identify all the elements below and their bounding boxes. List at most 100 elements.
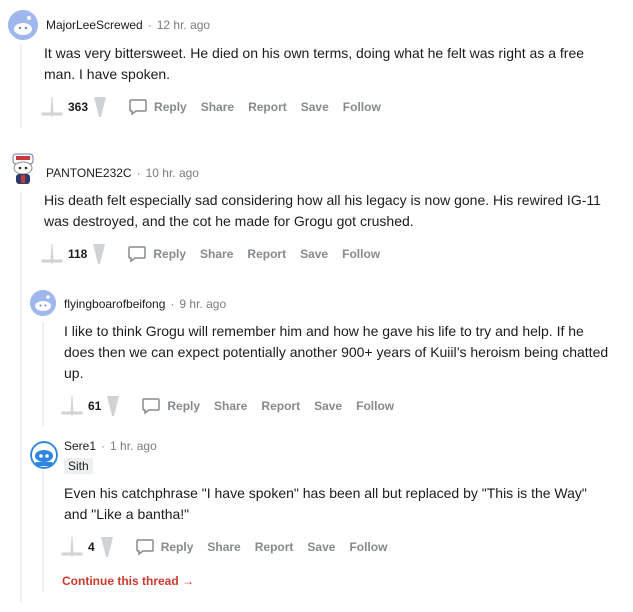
user-flair: Sith (64, 458, 93, 474)
follow-button[interactable]: Follow (343, 100, 381, 114)
meta-separator: · (170, 297, 175, 311)
share-label: Share (214, 399, 248, 413)
upvote-button[interactable] (60, 535, 84, 559)
share-button[interactable]: Share (214, 399, 247, 413)
vote-score: 61 (88, 399, 102, 413)
username[interactable]: PANTONE232C (46, 166, 132, 180)
save-label: Save (307, 540, 336, 554)
avatar[interactable] (7, 152, 39, 188)
username[interactable]: flyingboarofbeifong (64, 297, 165, 311)
reply-button[interactable]: Reply (127, 244, 186, 264)
timestamp[interactable]: 12 hr. ago (157, 18, 210, 32)
report-label: Report (247, 247, 287, 261)
downvote-button[interactable] (105, 394, 121, 418)
follow-label: Follow (342, 100, 381, 114)
upvote-icon (41, 96, 63, 117)
upvote-button[interactable] (40, 242, 64, 266)
reply-label: Reply (154, 100, 187, 114)
follow-button[interactable]: Follow (349, 540, 387, 554)
follow-label: Follow (349, 540, 388, 554)
meta-separator: · (136, 166, 141, 180)
username[interactable]: MajorLeeScrewed (46, 18, 143, 32)
comment-body: It was very bittersweet. He died on his … (44, 45, 585, 82)
follow-button[interactable]: Follow (356, 399, 394, 413)
comment-bubble-icon (135, 539, 154, 556)
share-button[interactable]: Share (200, 247, 233, 261)
downvote-button[interactable] (91, 242, 107, 266)
upvote-icon (41, 243, 63, 264)
save-button[interactable]: Save (301, 100, 329, 114)
reply-button[interactable]: Reply (128, 97, 187, 117)
comment-bubble-icon (129, 99, 147, 116)
share-label: Share (200, 100, 235, 114)
meta-separator: · (101, 439, 106, 453)
report-label: Report (261, 399, 301, 413)
report-button[interactable]: Report (261, 399, 300, 413)
share-label: Share (200, 247, 234, 261)
save-button[interactable]: Save (307, 540, 335, 554)
upvote-button[interactable] (40, 95, 64, 119)
thread-line[interactable] (20, 44, 22, 128)
comment-actions: 4 Reply Share Report Save Follow (60, 535, 387, 559)
continue-thread-link[interactable]: Continue this thread → (62, 574, 194, 588)
report-button[interactable]: Report (248, 100, 287, 114)
timestamp[interactable]: 1 hr. ago (110, 439, 157, 453)
downvote-icon (94, 97, 107, 117)
reply-label: Reply (153, 247, 187, 261)
downvote-button[interactable] (92, 95, 108, 119)
thread-line[interactable] (42, 470, 44, 592)
upvote-icon (61, 536, 83, 557)
downvote-icon (93, 244, 106, 264)
avatar[interactable] (30, 441, 58, 469)
timestamp[interactable]: 9 hr. ago (179, 297, 226, 311)
comment-bubble-icon (142, 398, 161, 415)
reply-button[interactable]: Reply (141, 396, 200, 416)
comment-actions: 118 Reply Share Report Save Follow (40, 242, 380, 266)
comment-body: I like to think Grogu will remember him … (64, 323, 609, 381)
reply-label: Reply (160, 540, 194, 554)
comment-meta: PANTONE232C · 10 hr. ago (46, 166, 199, 180)
snoo-avatar-icon (30, 441, 58, 469)
meta-separator: · (147, 18, 152, 32)
comment-bubble-icon (128, 246, 147, 263)
downvote-icon (100, 537, 113, 557)
comment-actions: 363 Reply Share Report Save Follow (40, 95, 381, 119)
downvote-button[interactable] (99, 535, 115, 559)
follow-label: Follow (342, 247, 381, 261)
upvote-icon (61, 395, 83, 416)
snoo-avatar-icon (30, 290, 56, 316)
reply-label: Reply (167, 399, 201, 413)
upvote-button[interactable] (60, 394, 84, 418)
comment-meta: flyingboarofbeifong · 9 hr. ago (64, 297, 226, 311)
report-button[interactable]: Report (247, 247, 286, 261)
comment-body: His death felt especially sad considerin… (44, 192, 601, 229)
follow-label: Follow (356, 399, 395, 413)
comment-meta: MajorLeeScrewed · 12 hr. ago (46, 18, 210, 32)
vote-score: 363 (68, 100, 89, 114)
reply-button[interactable]: Reply (135, 537, 194, 557)
downvote-icon (107, 396, 120, 416)
username[interactable]: Sere1 (64, 439, 96, 453)
report-label: Report (248, 100, 287, 114)
avatar[interactable] (8, 10, 38, 40)
report-label: Report (254, 540, 294, 554)
save-label: Save (300, 100, 329, 114)
timestamp[interactable]: 10 hr. ago (146, 166, 199, 180)
vote-score: 118 (68, 247, 88, 261)
avatar[interactable] (30, 290, 56, 316)
save-button[interactable]: Save (314, 399, 342, 413)
share-label: Share (207, 540, 241, 554)
follow-button[interactable]: Follow (342, 247, 380, 261)
comment-actions: 61 Reply Share Report Save Follow (60, 394, 394, 418)
thread-line[interactable] (20, 192, 22, 602)
share-button[interactable]: Share (207, 540, 240, 554)
snoo-avatar-icon (12, 153, 34, 184)
snoo-avatar-icon (8, 10, 38, 40)
save-button[interactable]: Save (300, 247, 328, 261)
share-button[interactable]: Share (201, 100, 234, 114)
report-button[interactable]: Report (255, 540, 294, 554)
comment-meta: Sere1 · 1 hr. ago (64, 439, 157, 453)
comment-body: Even his catchphrase "I have spoken" has… (64, 485, 587, 522)
save-label: Save (314, 399, 343, 413)
thread-line[interactable] (42, 322, 44, 426)
